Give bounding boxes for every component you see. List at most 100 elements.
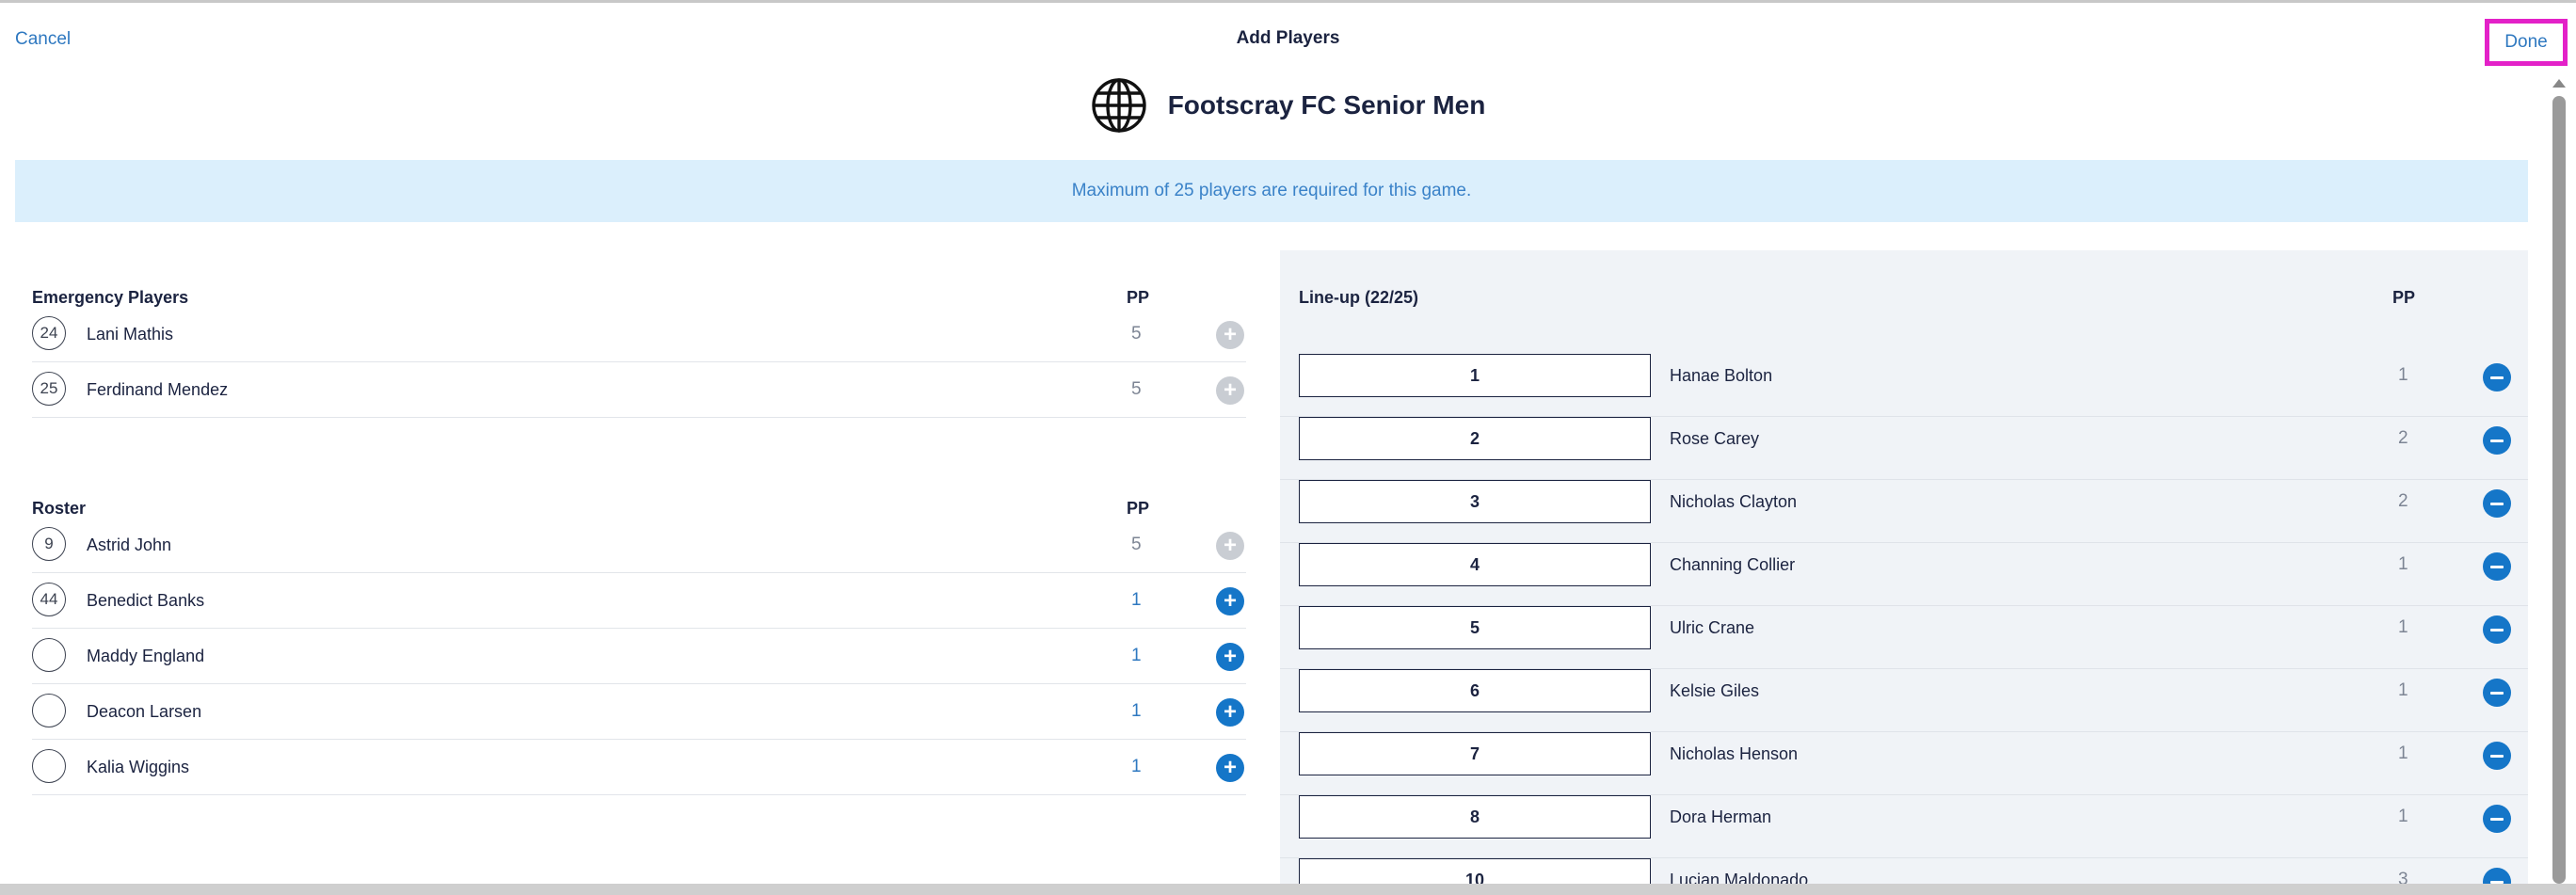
remove-player-button[interactable] xyxy=(2483,742,2511,770)
player-name: Channing Collier xyxy=(1670,555,1796,574)
remove-player-button[interactable] xyxy=(2483,552,2511,581)
plus-icon: + xyxy=(1223,644,1237,669)
player-name: Lani Mathis xyxy=(87,325,174,344)
player-name: Ferdinand Mendez xyxy=(87,380,229,399)
roster-pp-header: PP xyxy=(1127,499,1150,518)
lineup-title: Line-up (22/25) xyxy=(1299,288,1419,307)
player-pp: 1 xyxy=(1131,590,1142,610)
position-select[interactable]: 1 xyxy=(1299,354,1651,397)
emergency-section-header: Emergency Players PP xyxy=(32,250,1246,307)
position-select[interactable]: 2 xyxy=(1299,417,1651,460)
remove-player-button[interactable] xyxy=(2483,868,2511,884)
player-pp: 1 xyxy=(2398,680,2408,700)
position-select[interactable]: 3 xyxy=(1299,480,1651,523)
lineup-row: 3 Nicholas Clayton 2 xyxy=(1280,480,2528,543)
list-item: 24 Lani Mathis 5 + xyxy=(32,307,1246,362)
player-pp: 1 xyxy=(2398,554,2408,574)
player-name: Maddy England xyxy=(87,647,205,665)
player-name: Nicholas Henson xyxy=(1670,744,1799,763)
player-pp: 1 xyxy=(1131,757,1142,776)
lineup-row: 2 Rose Carey 2 xyxy=(1280,417,2528,480)
player-pp: 1 xyxy=(2398,743,2408,763)
lineup-row: 6 Kelsie Giles 1 xyxy=(1280,669,2528,732)
roster-section-header: Roster PP xyxy=(32,461,1246,518)
jersey-number: 25 xyxy=(32,372,66,406)
emergency-pp-header: PP xyxy=(1127,288,1150,307)
done-button-highlight[interactable]: Done xyxy=(2485,19,2568,66)
remove-player-button[interactable] xyxy=(2483,615,2511,644)
emergency-title: Emergency Players xyxy=(32,288,189,307)
position-select[interactable]: 4 xyxy=(1299,543,1651,586)
position-select[interactable]: 5 xyxy=(1299,606,1651,649)
max-players-banner: Maximum of 25 players are required for t… xyxy=(15,160,2528,222)
list-item: Kalia Wiggins 1 + xyxy=(32,740,1246,795)
position-select[interactable]: 6 xyxy=(1299,669,1651,712)
roster-title: Roster xyxy=(32,499,87,518)
lineup-pp-header: PP xyxy=(2392,288,2416,307)
plus-icon: + xyxy=(1223,533,1237,558)
player-pp: 1 xyxy=(1131,701,1142,721)
player-pp: 1 xyxy=(2398,365,2408,385)
player-name: Deacon Larsen xyxy=(87,702,202,721)
player-pp: 3 xyxy=(2398,870,2408,884)
add-player-button[interactable]: + xyxy=(1216,587,1244,615)
remove-player-button[interactable] xyxy=(2483,679,2511,707)
add-player-button[interactable]: + xyxy=(1216,698,1244,727)
jersey-number xyxy=(32,749,66,783)
lineup-row: 5 Ulric Crane 1 xyxy=(1280,606,2528,669)
position-select[interactable]: 8 xyxy=(1299,795,1651,839)
player-name: Kelsie Giles xyxy=(1670,681,1760,700)
lineup-row: 8 Dora Herman 1 xyxy=(1280,795,2528,858)
player-name: Ulric Crane xyxy=(1670,618,1755,637)
list-item: Maddy England 1 + xyxy=(32,629,1246,684)
add-player-button[interactable]: + xyxy=(1216,754,1244,782)
plus-icon: + xyxy=(1223,377,1237,403)
scrollbar[interactable] xyxy=(2551,79,2568,884)
player-name: Nicholas Clayton xyxy=(1670,492,1798,511)
plus-icon: + xyxy=(1223,588,1237,614)
lineup-panel: Line-up (22/25) PP 1 Hanae Bolton 1 2 Rose C… xyxy=(1280,250,2528,884)
player-pp: 2 xyxy=(2398,428,2408,448)
remove-player-button[interactable] xyxy=(2483,489,2511,518)
jersey-number: 9 xyxy=(32,527,66,561)
remove-player-button[interactable] xyxy=(2483,426,2511,455)
team-name: Footscray FC Senior Men xyxy=(1167,90,1486,120)
roster-list: 9 Astrid John 5 +44 Benedict Banks 1 + Maddy En… xyxy=(32,518,1246,795)
header: Cancel Add Players Done xyxy=(0,3,2576,74)
jersey-number xyxy=(32,638,66,672)
position-select[interactable]: 10 xyxy=(1299,858,1651,884)
lineup-list: 1 Hanae Bolton 1 2 Rose Carey 2 3 Nicholas Clay… xyxy=(1280,354,2528,884)
player-pp: 5 xyxy=(1131,535,1142,554)
available-players-panel: Emergency Players PP 24 Lani Mathis 5 +25 Fe… xyxy=(32,250,1246,795)
list-item: 25 Ferdinand Mendez 5 + xyxy=(32,362,1246,418)
scrollbar-thumb[interactable] xyxy=(2552,96,2566,884)
plus-icon: + xyxy=(1223,322,1237,347)
position-select[interactable]: 7 xyxy=(1299,732,1651,775)
add-player-button[interactable]: + xyxy=(1216,532,1244,560)
player-name: Hanae Bolton xyxy=(1670,366,1773,385)
scroll-up-arrow-icon[interactable] xyxy=(2552,79,2566,88)
lineup-row: 10 Lucian Maldonado 3 xyxy=(1280,858,2528,884)
player-pp: 1 xyxy=(2398,617,2408,637)
remove-player-button[interactable] xyxy=(2483,363,2511,392)
emergency-list: 24 Lani Mathis 5 +25 Ferdinand Mendez 5 + xyxy=(32,307,1246,418)
player-pp: 5 xyxy=(1131,324,1142,344)
player-pp: 2 xyxy=(2398,491,2408,511)
globe-icon xyxy=(1091,78,1146,133)
player-name: Rose Carey xyxy=(1670,429,1760,448)
remove-player-button[interactable] xyxy=(2483,805,2511,833)
list-item: Deacon Larsen 1 + xyxy=(32,684,1246,740)
player-name: Dora Herman xyxy=(1670,807,1772,826)
player-name: Kalia Wiggins xyxy=(87,758,190,776)
list-item: 9 Astrid John 5 + xyxy=(32,518,1246,573)
add-player-button[interactable]: + xyxy=(1216,643,1244,671)
page-title: Add Players xyxy=(1236,28,1340,48)
plus-icon: + xyxy=(1223,699,1237,725)
lineup-row: 1 Hanae Bolton 1 xyxy=(1280,354,2528,417)
plus-icon: + xyxy=(1223,755,1237,780)
add-player-button[interactable]: + xyxy=(1216,321,1244,349)
add-player-button[interactable]: + xyxy=(1216,376,1244,405)
player-pp: 1 xyxy=(2398,807,2408,826)
done-button[interactable]: Done xyxy=(2504,32,2547,53)
player-name: Astrid John xyxy=(87,535,172,554)
